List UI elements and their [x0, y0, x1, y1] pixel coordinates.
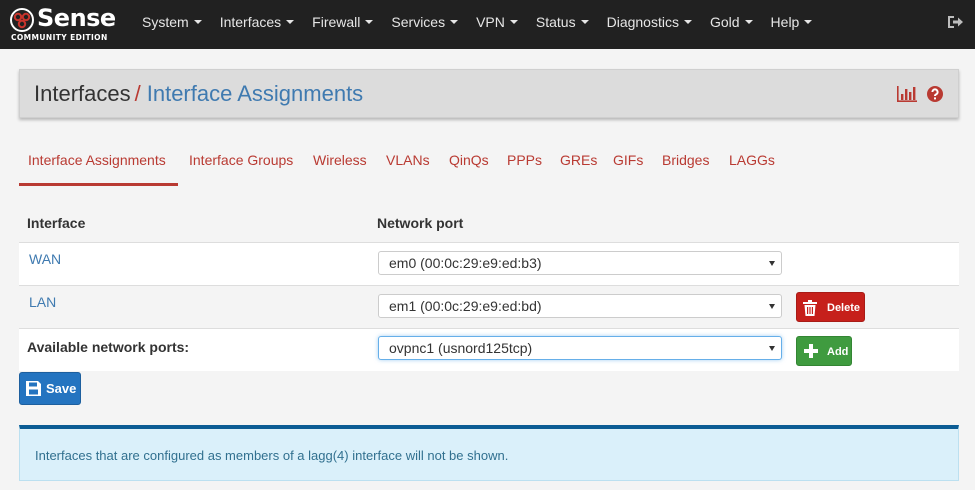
nav-label: Help [770, 14, 800, 30]
nav-item-gold[interactable]: Gold [701, 0, 762, 49]
nav-label: Services [391, 14, 446, 30]
select-value: ovpnc1 (usnord125tcp) [389, 340, 533, 356]
nav-label: Status [535, 14, 576, 30]
question-circle-icon[interactable] [927, 86, 943, 102]
tab-gifs[interactable]: GIFs [613, 140, 643, 186]
bar-chart-icon[interactable] [897, 86, 917, 102]
logo-mark-icon [10, 8, 34, 32]
delete-button[interactable]: Delete [796, 292, 865, 322]
dropdown-arrow-icon [769, 304, 775, 309]
plus-icon [804, 344, 818, 358]
nav-label: System [142, 14, 189, 30]
select-value: em1 (00:0c:29:e9:ed:bd) [389, 298, 542, 314]
table-row: LAN em1 (00:0c:29:e9:ed:bd) Delete [19, 285, 959, 328]
caret-down-icon [450, 20, 459, 25]
add-button-label: Add [827, 346, 849, 358]
network-port-select-lan[interactable]: em1 (00:0c:29:e9:ed:bd) [378, 294, 782, 318]
nav-label: Gold [709, 14, 740, 30]
info-alert: Interfaces that are configured as member… [19, 425, 959, 481]
nav-item-firewall[interactable]: Firewall [303, 0, 382, 49]
sign-out-icon[interactable] [947, 14, 963, 30]
caret-down-icon [744, 20, 753, 25]
caret-down-icon [509, 20, 518, 25]
nav-item-system[interactable]: System [133, 0, 211, 49]
add-button[interactable]: Add [796, 336, 852, 366]
top-navbar: Sense COMMUNITY EDITION System Interface… [0, 0, 975, 49]
caret-down-icon [683, 20, 692, 25]
available-ports-label: Available network ports: [27, 339, 190, 355]
save-button-label: Save [46, 381, 77, 396]
tab-qinqs[interactable]: QinQs [449, 140, 489, 186]
network-port-select-wan[interactable]: em0 (00:0c:29:e9:ed:b3) [378, 251, 782, 275]
trash-icon [803, 300, 817, 316]
caret-down-icon [365, 20, 374, 25]
page-title[interactable]: Interface Assignments [147, 81, 363, 106]
save-button[interactable]: Save [19, 372, 81, 405]
nav-item-services[interactable]: Services [382, 0, 467, 49]
select-value: em0 (00:0c:29:e9:ed:b3) [389, 255, 542, 271]
nav-label: VPN [476, 14, 505, 30]
dropdown-arrow-icon [769, 346, 775, 351]
tab-wireless[interactable]: Wireless [313, 140, 367, 186]
breadcrumb-parent[interactable]: Interfaces [34, 81, 131, 106]
nav-item-interfaces[interactable]: Interfaces [211, 0, 303, 49]
available-port-select[interactable]: ovpnc1 (usnord125tcp) [378, 336, 782, 360]
caret-down-icon [804, 20, 813, 25]
brand-name: Sense [37, 4, 116, 32]
table-row: Available network ports: ovpnc1 (usnord1… [19, 328, 959, 371]
breadcrumb: Interfaces / Interface Assignments [34, 81, 363, 107]
tab-gres[interactable]: GREs [560, 140, 597, 186]
nav-item-vpn[interactable]: VPN [467, 0, 527, 49]
tab-vlans[interactable]: VLANs [386, 140, 430, 186]
tab-bridges[interactable]: Bridges [662, 140, 709, 186]
table-row: WAN em0 (00:0c:29:e9:ed:b3) [19, 242, 959, 285]
dropdown-arrow-icon [769, 261, 775, 266]
nav-label: Interfaces [219, 14, 282, 30]
info-message: Interfaces that are configured as member… [35, 448, 509, 463]
interface-link-lan[interactable]: LAN [29, 294, 56, 310]
brand-edition: COMMUNITY EDITION [11, 33, 108, 42]
tab-laggs[interactable]: LAGGs [729, 140, 775, 186]
column-header-interface: Interface [27, 215, 86, 231]
caret-down-icon [193, 20, 202, 25]
caret-down-icon [580, 20, 589, 25]
floppy-disk-icon [26, 381, 41, 396]
pfsense-logo[interactable]: Sense COMMUNITY EDITION [9, 4, 121, 45]
tab-interface-assignments[interactable]: Interface Assignments [19, 140, 178, 186]
breadcrumb-separator: / [134, 81, 141, 106]
nav-label: Diagnostics [606, 14, 679, 30]
breadcrumb-panel: Interfaces / Interface Assignments [19, 69, 959, 118]
interface-tabs: Interface Assignments Interface Groups W… [19, 140, 959, 187]
column-header-network-port: Network port [377, 215, 464, 231]
nav-label: Firewall [312, 14, 361, 30]
delete-button-label: Delete [827, 302, 861, 314]
nav-item-status[interactable]: Status [527, 0, 598, 49]
caret-down-icon [286, 20, 295, 25]
nav-item-help[interactable]: Help [762, 0, 822, 49]
nav-item-diagnostics[interactable]: Diagnostics [598, 0, 701, 49]
interface-link-wan[interactable]: WAN [29, 251, 61, 267]
tab-interface-groups[interactable]: Interface Groups [189, 140, 293, 186]
main-menu: System Interfaces Firewall Services VPN … [133, 0, 821, 49]
tab-ppps[interactable]: PPPs [507, 140, 542, 186]
